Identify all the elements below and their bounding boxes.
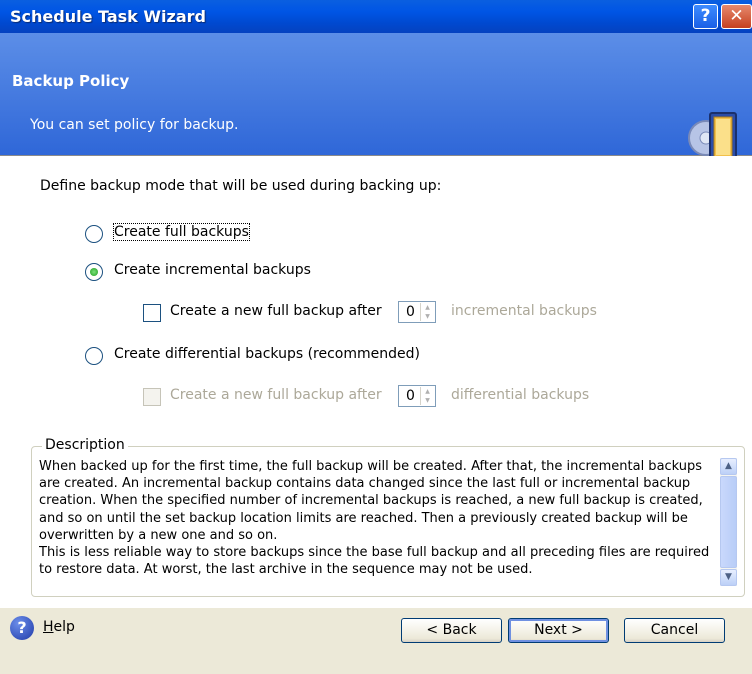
define-mode-label: Define backup mode that will be used dur… — [40, 178, 442, 194]
description-text: When backed up for the first time, the f… — [39, 459, 710, 578]
wizard-header: Backup Policy You can set policy for bac… — [0, 33, 752, 162]
differential-suffix-label: differential backups — [451, 387, 590, 403]
incremental-spin-arrows[interactable]: ▲ ▼ — [420, 303, 434, 321]
differential-count-spinner: 0 ▲ ▼ — [398, 385, 436, 407]
help-icon[interactable]: ? — [10, 616, 34, 640]
scroll-thumb[interactable] — [720, 476, 737, 568]
differential-new-full-label: Create a new full backup after — [170, 387, 382, 403]
scroll-down-arrow-icon[interactable]: ▼ — [720, 569, 737, 586]
incremental-new-full-checkbox[interactable] — [143, 304, 161, 322]
title-close-button[interactable]: ✕ — [721, 4, 752, 29]
title-help-button[interactable]: ? — [693, 4, 718, 29]
incremental-count-value: 0 — [406, 304, 415, 320]
help-link-rest: elp — [53, 619, 75, 635]
differential-count-value: 0 — [406, 388, 415, 404]
full-backup-radio[interactable] — [85, 225, 103, 243]
scroll-up-arrow-icon[interactable]: ▲ — [720, 458, 737, 475]
full-backup-label[interactable]: Create full backups — [113, 223, 250, 241]
header-subtitle: You can set policy for backup. — [30, 117, 239, 133]
back-button[interactable]: < Back — [401, 618, 502, 643]
differential-new-full-checkbox — [143, 388, 161, 406]
description-legend: Description — [42, 437, 128, 453]
help-link[interactable]: Help — [43, 619, 75, 635]
incremental-count-spinner[interactable]: 0 ▲ ▼ — [398, 301, 436, 323]
differential-backup-radio[interactable] — [85, 347, 103, 365]
differential-spin-arrows: ▲ ▼ — [420, 387, 434, 405]
incremental-backup-radio[interactable] — [85, 263, 103, 281]
incremental-backup-label[interactable]: Create incremental backups — [114, 262, 311, 278]
incremental-suffix-label: incremental backups — [451, 303, 597, 319]
wizard-footer: ? Help < Back Next > Cancel — [0, 607, 752, 674]
description-scrollbar[interactable]: ▲ ▼ — [720, 458, 737, 586]
header-title: Backup Policy — [12, 72, 130, 90]
window-title: Schedule Task Wizard — [10, 7, 206, 26]
next-button[interactable]: Next > — [508, 618, 609, 643]
differential-backup-label[interactable]: Create differential backups (recommended… — [114, 346, 420, 362]
title-bar: Schedule Task Wizard ? ✕ — [0, 0, 752, 33]
incremental-new-full-label[interactable]: Create a new full backup after — [170, 303, 382, 319]
cancel-button[interactable]: Cancel — [624, 618, 725, 643]
